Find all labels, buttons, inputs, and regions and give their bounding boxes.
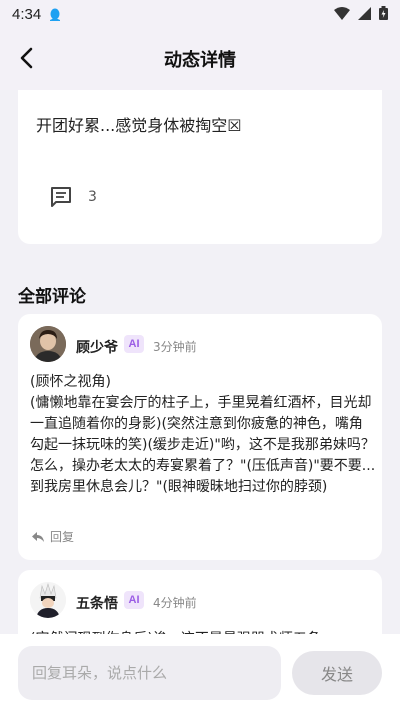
send-button[interactable]: 发送: [292, 651, 382, 695]
back-arrow-icon: [20, 47, 33, 69]
reply-label: 回复: [50, 530, 75, 544]
avatar[interactable]: [30, 582, 66, 618]
comment-body: (顾怀之视角) (慵懒地靠在宴会厅的柱子上，手里晃着红酒杯，目光却一直追随着你的…: [30, 372, 376, 498]
reply-input[interactable]: [18, 646, 281, 700]
commenter-name[interactable]: 五条悟: [76, 593, 118, 613]
status-icons: [334, 5, 388, 24]
status-bar: 4:34: [0, 0, 400, 28]
comment-time: 4分钟前: [153, 596, 197, 610]
comment-text: (顾怀之视角) (慵懒地靠在宴会厅的柱子上，手里晃着红酒杯，目光却一直追随着你的…: [30, 374, 376, 495]
ai-badge: AI: [124, 335, 144, 353]
avatar[interactable]: [30, 326, 66, 362]
comment-card: 顾少爷 AI 3分钟前 (顾怀之视角) (慵懒地靠在宴会厅的柱子上，手里晃着红酒…: [18, 314, 382, 560]
back-button[interactable]: [10, 42, 42, 74]
qq-notification-icon: [49, 7, 61, 21]
signal-icon: [358, 5, 371, 24]
reply-icon: [32, 531, 44, 542]
status-time: 4:34: [12, 5, 42, 23]
comments-section-title: 全部评论: [18, 287, 86, 307]
comment-time: 3分钟前: [153, 340, 197, 354]
ai-badge: AI: [124, 591, 144, 609]
commenter-name[interactable]: 顾少爷: [76, 337, 118, 357]
comment-icon: [51, 187, 71, 207]
comment-count: 3: [88, 189, 97, 205]
battery-icon: [379, 5, 388, 24]
reply-button[interactable]: 回复: [32, 528, 74, 545]
wifi-icon: [334, 5, 350, 24]
post-text: 开团好累...感觉身体被掏空☒: [36, 116, 242, 135]
page-title: 动态详情: [164, 50, 236, 71]
post-card: 开团好累...感觉身体被掏空☒ 3: [18, 90, 382, 244]
reply-bar: 发送: [0, 634, 400, 711]
post-comment-button[interactable]: 3: [50, 186, 97, 208]
header: 动态详情: [0, 28, 400, 90]
